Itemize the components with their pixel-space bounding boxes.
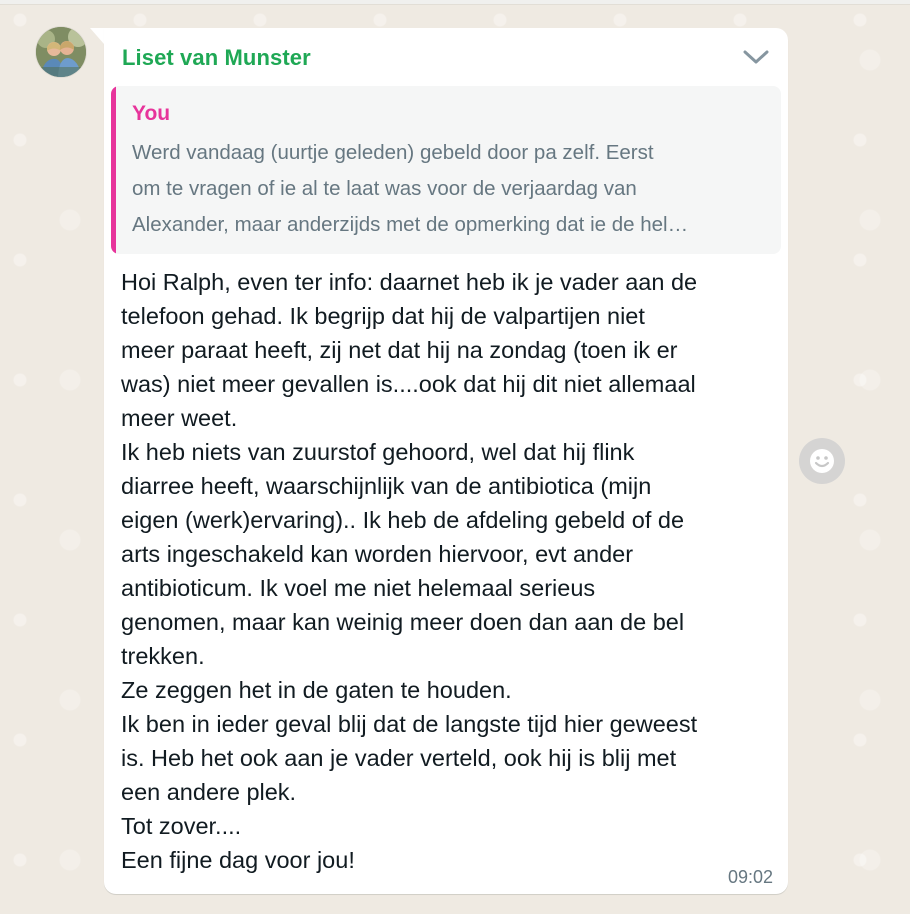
sender-avatar[interactable] <box>36 27 86 77</box>
message-time: 09:02 <box>727 867 773 887</box>
quote-accent-bar <box>111 86 116 254</box>
profile-photo-icon <box>36 27 86 77</box>
smiley-icon <box>810 449 834 473</box>
quoted-message[interactable]: You Werd vandaag (uurtje geleden) gebeld… <box>111 86 781 254</box>
bubble-tail <box>90 28 104 44</box>
sender-name: Liset van Munster <box>122 45 311 70</box>
message-bubble[interactable]: Liset van Munster You Werd vandaag (uurt… <box>104 28 788 894</box>
quoted-author: You <box>132 102 171 125</box>
reaction-button[interactable] <box>799 438 845 484</box>
top-divider <box>0 0 910 5</box>
message-text: Hoi Ralph, even ter info: daarnet heb ik… <box>121 269 698 873</box>
chevron-down-icon[interactable] <box>742 46 770 68</box>
quoted-text: Werd vandaag (uurtje geleden) gebeld doo… <box>132 141 689 236</box>
